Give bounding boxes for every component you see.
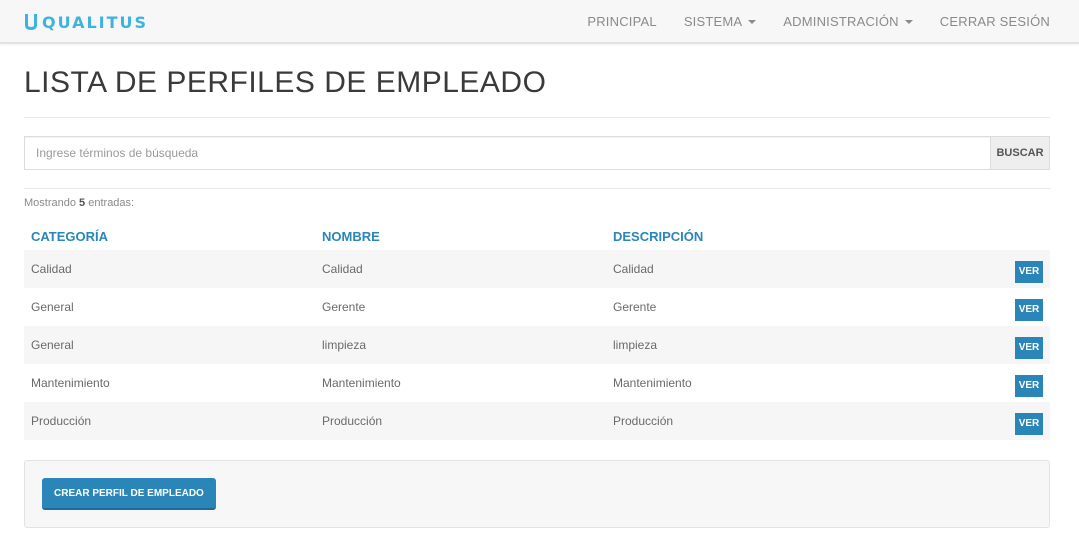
divider: [24, 188, 1050, 189]
cell-descripcion: limpieza: [606, 326, 897, 364]
nav-item-principal[interactable]: PRINCIPAL: [587, 14, 656, 29]
nav-item-cerrar-sesion[interactable]: CERRAR SESIÓN: [940, 14, 1050, 29]
divider: [24, 117, 1050, 118]
search-input[interactable]: [24, 136, 990, 170]
cell-nombre: Mantenimiento: [322, 376, 401, 390]
search-button[interactable]: BUSCAR: [990, 136, 1050, 170]
nav-item-label: SISTEMA: [683, 13, 743, 29]
nav-item-label: CERRAR SESIÓN: [939, 13, 1050, 29]
view-button[interactable]: VER: [1015, 337, 1043, 359]
view-button[interactable]: VER: [1015, 299, 1043, 321]
nav-item-label: PRINCIPAL: [587, 13, 657, 29]
cell-action: VER: [897, 364, 1050, 402]
table-row: General Gerente Gerente VER: [24, 288, 1050, 326]
column-header-nombre[interactable]: NOMBRE: [315, 222, 606, 250]
cell-nombre: Gerente: [322, 300, 366, 314]
table-row: Mantenimiento Mantenimiento Mantenimient…: [24, 364, 1050, 402]
table-header-row: CATEGORÍA NOMBRE DESCRIPCIÓN: [24, 222, 1050, 250]
search-bar: BUSCAR: [24, 136, 1050, 170]
cell-nombre: Producción: [315, 402, 606, 440]
summary-suffix: entradas:: [88, 197, 135, 209]
caret-down-icon: [748, 20, 757, 24]
summary-prefix: Mostrando: [24, 197, 76, 209]
page-title: LISTA DE PERFILES DE EMPLEADO: [24, 66, 547, 99]
column-header-descripcion[interactable]: DESCRIPCIÓN: [606, 222, 897, 250]
nav-item-administracion[interactable]: ADMINISTRACIÓN: [783, 13, 913, 29]
table-row: General limpieza limpieza VER: [24, 326, 1050, 364]
cell-action: VER: [897, 250, 1050, 288]
cell-categoria: Calidad: [24, 250, 315, 288]
nav-item-sistema[interactable]: SISTEMA: [683, 13, 757, 29]
profiles-table: CATEGORÍA NOMBRE DESCRIPCIÓN Calidad Cal…: [24, 222, 1050, 440]
table-row: Calidad Calidad Calidad VER: [24, 250, 1050, 288]
cell-action: VER: [897, 288, 1050, 326]
cell-action: VER: [897, 402, 1050, 440]
cell-nombre: Calidad: [315, 250, 606, 288]
column-header-categoria[interactable]: CATEGORÍA: [24, 222, 315, 250]
view-button[interactable]: VER: [1015, 413, 1043, 435]
column-header-actions: [897, 222, 1050, 250]
create-profile-button[interactable]: CREAR PERFIL DE EMPLEADO: [42, 478, 216, 510]
view-button[interactable]: VER: [1015, 261, 1043, 283]
cell-nombre: limpieza: [315, 326, 606, 364]
cell-categoria: Mantenimiento: [31, 376, 110, 390]
entries-summary: Mostrando 5 entradas:: [24, 197, 134, 209]
cell-descripcion: Mantenimiento: [613, 376, 692, 390]
cell-descripcion: Gerente: [613, 300, 657, 314]
view-button[interactable]: VER: [1015, 375, 1043, 397]
cell-descripcion: Calidad: [606, 250, 897, 288]
cell-categoria: General: [31, 300, 74, 314]
cell-categoria: General: [24, 326, 315, 364]
table-row: Producción Producción Producción VER: [24, 402, 1050, 440]
cell-categoria: Producción: [24, 402, 315, 440]
qualitus-logo-icon: [25, 14, 37, 30]
cell-action: VER: [897, 326, 1050, 364]
main-nav: PRINCIPAL SISTEMA ADMINISTRACIÓN CERRAR …: [560, 0, 1050, 42]
cell-descripcion: Producción: [606, 402, 897, 440]
brand-logo[interactable]: QUALITUS: [24, 11, 148, 33]
nav-item-label: ADMINISTRACIÓN: [783, 13, 899, 29]
caret-down-icon: [904, 20, 913, 24]
summary-count: 5: [79, 197, 86, 209]
brand-name: QUALITUS: [42, 12, 149, 32]
actions-panel: CREAR PERFIL DE EMPLEADO: [24, 460, 1050, 528]
top-navbar: QUALITUS PRINCIPAL SISTEMA ADMINISTRACIÓ…: [0, 0, 1079, 44]
